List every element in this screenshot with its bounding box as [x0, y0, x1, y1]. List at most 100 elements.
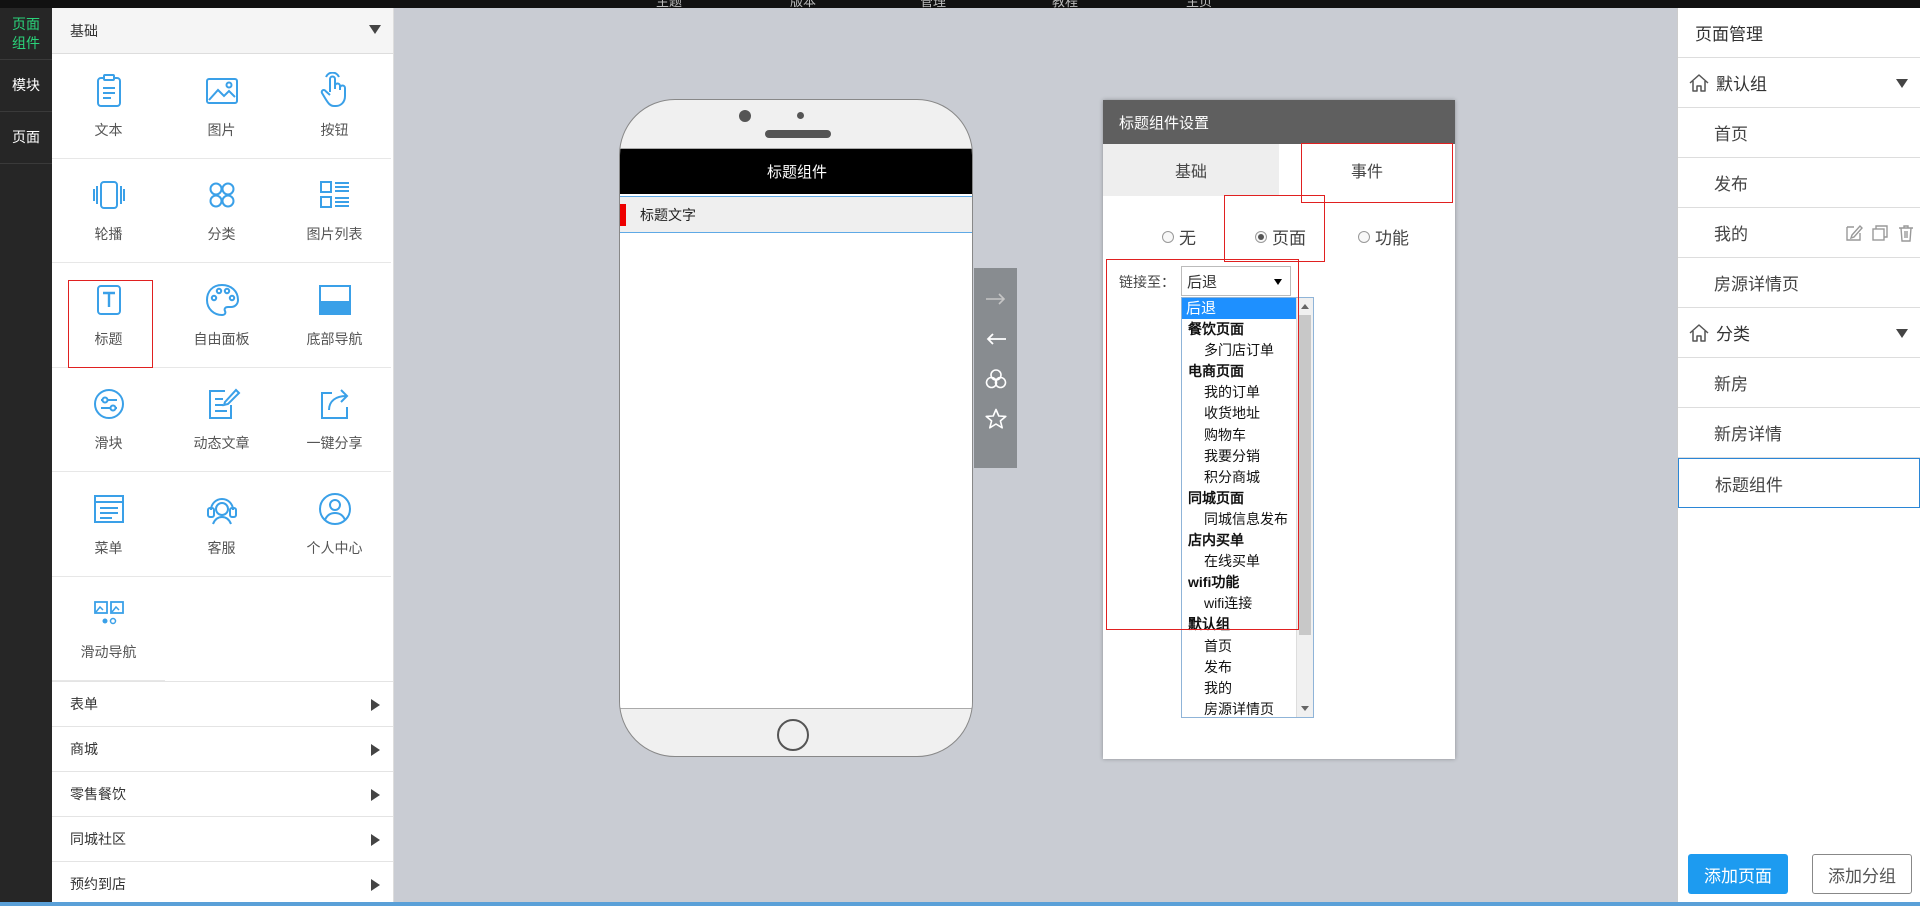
page-item[interactable]: 首页	[1678, 108, 1920, 158]
component-category[interactable]: 同城社区	[52, 816, 393, 861]
scroll-thumb[interactable]	[1299, 315, 1311, 635]
copy-icon[interactable]	[1870, 223, 1890, 243]
category-label: 零售餐饮	[70, 786, 126, 802]
dropdown-option[interactable]: 积分商城	[1182, 467, 1296, 488]
radio-label: 无	[1179, 229, 1196, 248]
category-label: 表单	[70, 696, 98, 712]
page-groups: 默认组 首页发布我的 房源详情页 分类 新房 新房详情 标题组件	[1678, 58, 1920, 508]
bottom-nav-icon	[318, 284, 351, 315]
page-group-header[interactable]: 分类	[1678, 308, 1920, 358]
component-tile[interactable]: 标题	[52, 263, 165, 368]
copy-circles-icon[interactable]	[983, 366, 1009, 392]
component-tile[interactable]: 客服	[165, 472, 278, 577]
dropdown-option-group: wifi功能	[1188, 574, 1240, 591]
component-tile-label: 图片	[207, 121, 236, 138]
page-item[interactable]: 发布	[1678, 158, 1920, 208]
top-menu-item[interactable]: 教程	[1052, 0, 1078, 8]
component-tile[interactable]: 菜单	[52, 472, 165, 577]
slider-icon	[93, 389, 124, 420]
top-menu-item[interactable]: 主题	[656, 0, 682, 8]
dropdown-option[interactable]: 首页	[1182, 636, 1296, 657]
component-tile-label: 图片列表	[306, 226, 363, 243]
component-tile-label: 标题	[94, 330, 123, 347]
phone-sensor	[797, 112, 804, 119]
rail-item-modules[interactable]: 模块	[0, 60, 52, 112]
page-group-header[interactable]: 默认组	[1678, 58, 1920, 108]
star-icon[interactable]	[983, 406, 1009, 432]
page-item[interactable]: 新房	[1678, 358, 1920, 408]
scroll-down-icon[interactable]	[1301, 706, 1309, 711]
component-tile[interactable]: 按钮	[278, 54, 391, 159]
component-tile-label: 轮播	[94, 226, 123, 243]
hand-pointer-icon	[320, 71, 346, 107]
arrow-right-icon[interactable]	[983, 286, 1009, 312]
component-tile[interactable]: 底部导航	[278, 263, 391, 368]
component-tile[interactable]: 图片	[165, 54, 278, 159]
dropdown-option[interactable]: 在线买单	[1182, 551, 1296, 572]
edit-icon[interactable]	[1844, 223, 1864, 243]
dropdown-option[interactable]: 我的	[1182, 678, 1296, 699]
radio-none[interactable]: 无	[1162, 224, 1196, 249]
dropdown-option[interactable]: 发布	[1182, 657, 1296, 678]
dropdown-option[interactable]: 我要分销	[1182, 446, 1296, 467]
section-basic-header[interactable]: 基础	[52, 8, 393, 54]
dropdown-option-group: 餐饮页面	[1188, 321, 1244, 338]
arrow-left-icon[interactable]	[983, 326, 1009, 352]
top-menu-item[interactable]: 主页	[1186, 0, 1212, 8]
component-tile-label: 一键分享	[306, 435, 363, 452]
page-item[interactable]: 标题组件	[1678, 458, 1920, 508]
component-tile[interactable]: 滑块	[52, 368, 165, 472]
link-target-select[interactable]: 后退	[1181, 266, 1291, 296]
dropdown-option[interactable]: 后退	[1182, 298, 1296, 320]
link-type-radios: 无 页面 功能	[1103, 217, 1455, 257]
page-item[interactable]: 新房详情	[1678, 408, 1920, 458]
radio-dot	[1255, 230, 1267, 243]
component-tile[interactable]: 一键分享	[278, 368, 391, 472]
radio-function[interactable]: 功能	[1358, 224, 1409, 249]
caret-right-icon	[371, 834, 380, 846]
dropdown-option[interactable]: wifi连接	[1182, 593, 1296, 614]
tab-events[interactable]: 事件	[1279, 144, 1455, 196]
caret-right-icon	[371, 744, 380, 756]
component-tile-label: 菜单	[94, 539, 123, 556]
component-category[interactable]: 商城	[52, 726, 393, 771]
top-menu-item[interactable]: 版本	[790, 0, 816, 8]
component-tile[interactable]: 图片列表	[278, 159, 391, 263]
add-group-button[interactable]: 添加分组	[1812, 854, 1912, 894]
caret-down-icon	[1896, 79, 1908, 88]
dropdown-option[interactable]: 购物车	[1182, 425, 1296, 446]
component-tile[interactable]: 文本	[52, 54, 165, 159]
tab-basic[interactable]: 基础	[1103, 144, 1279, 196]
rail-item-page-components[interactable]: 页面组件	[0, 8, 60, 60]
title-component[interactable]: 标题文字	[620, 196, 972, 233]
top-menu-item[interactable]: 管理	[920, 0, 946, 8]
dropdown-option[interactable]: 同城信息发布	[1182, 509, 1296, 530]
rail-item-pages[interactable]: 页面	[0, 112, 52, 164]
dropdown-option[interactable]: 房源详情页	[1182, 699, 1296, 717]
dropdown-options: 后退 餐饮页面 多门店订单 电商页面 我的订单 收货地址 购物车 我要分销 积分商城 同城页面 同城…	[1182, 298, 1296, 717]
component-category[interactable]: 表单	[52, 681, 393, 726]
component-tile[interactable]: 分类	[165, 159, 278, 263]
page-management-title: 页面管理	[1678, 8, 1920, 58]
radio-page[interactable]: 页面	[1255, 224, 1306, 249]
component-tile[interactable]: 个人中心	[278, 472, 391, 577]
component-tile[interactable]: 动态文章	[165, 368, 278, 472]
dropdown-option[interactable]: 多门店订单	[1182, 340, 1296, 361]
page-item[interactable]: 我的	[1678, 208, 1920, 258]
component-category[interactable]: 预约到店	[52, 861, 393, 906]
component-tile[interactable]: 自由面板	[165, 263, 278, 368]
dropdown-option[interactable]: 我的订单	[1182, 382, 1296, 403]
add-page-button[interactable]: 添加页面	[1688, 854, 1788, 894]
phone-preview: 标题组件 标题文字	[619, 99, 973, 757]
component-category[interactable]: 零售餐饮	[52, 771, 393, 816]
dropdown-scrollbar[interactable]	[1296, 298, 1313, 717]
trash-icon[interactable]	[1896, 223, 1916, 243]
phone-speaker	[765, 130, 831, 138]
dropdown-option[interactable]: 收货地址	[1182, 403, 1296, 424]
caret-right-icon	[371, 699, 380, 711]
component-tile[interactable]: 轮播	[52, 159, 165, 263]
page-item-label: 发布	[1714, 175, 1748, 194]
page-item[interactable]: 房源详情页	[1678, 258, 1920, 308]
scroll-up-icon[interactable]	[1301, 304, 1309, 309]
component-tile[interactable]: 滑动导航	[52, 577, 165, 681]
